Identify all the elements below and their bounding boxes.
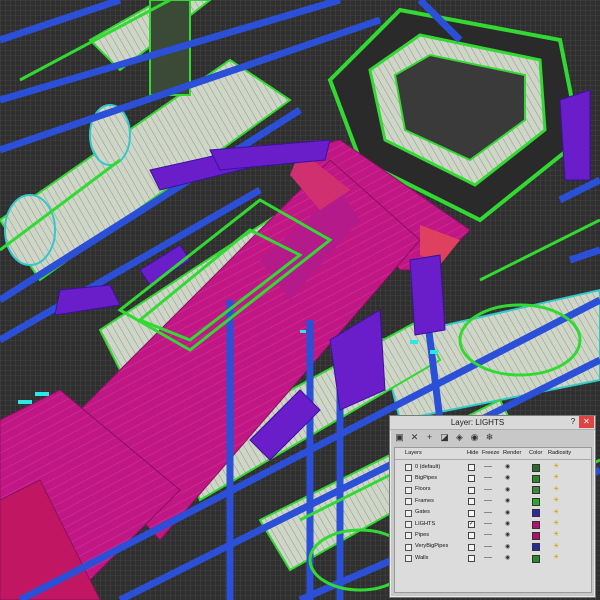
radiosity-icon[interactable]: ☀ (553, 508, 559, 516)
radiosity-icon[interactable]: ☀ (553, 462, 559, 470)
layer-row[interactable]: BigPipes ◉ ☀ (395, 473, 591, 483)
freeze-dash[interactable] (484, 545, 492, 547)
color-swatch[interactable] (532, 486, 540, 495)
add-to-layer-icon[interactable]: + (424, 432, 435, 443)
layer-name[interactable]: 0 (default) (415, 464, 440, 470)
render-eye-icon[interactable]: ◉ (505, 554, 510, 561)
layer-icon (405, 498, 412, 506)
radiosity-icon[interactable]: ☀ (553, 542, 559, 550)
hide-checkbox[interactable] (468, 555, 475, 563)
hide-checkbox[interactable] (468, 464, 475, 471)
layer-row[interactable]: Pipes ◉ ☀ (395, 530, 591, 540)
layer-row[interactable]: Floors ◉ ☀ (395, 485, 591, 495)
hide-checkbox[interactable] (468, 498, 475, 506)
layer-table: Layers Hide Freeze Render Color Radiosit… (394, 447, 592, 593)
render-eye-icon[interactable]: ◉ (505, 520, 510, 527)
color-swatch[interactable] (532, 463, 540, 472)
layer-name[interactable]: LIGHTS (415, 521, 435, 527)
layer-icon (405, 486, 412, 494)
render-eye-icon[interactable]: ◉ (505, 497, 510, 504)
layer-dialog: Layer: LIGHTS ? ✕ ▣ ✕ + ◪ ◈ ◉ ❄ Layers H… (389, 415, 596, 598)
select-objects-icon[interactable]: ◪ (439, 432, 450, 443)
color-swatch[interactable] (532, 474, 540, 483)
layer-name[interactable]: Floors (415, 486, 431, 492)
layer-row[interactable]: LIGHTS ✓ ◉ ☀ (395, 519, 591, 529)
layer-icon (405, 475, 412, 483)
radiosity-icon[interactable]: ☀ (553, 530, 559, 538)
render-eye-icon[interactable]: ◉ (505, 509, 510, 516)
hide-checkbox[interactable] (468, 509, 475, 517)
radiosity-icon[interactable]: ☀ (553, 485, 559, 493)
col-radiosity[interactable]: Radiosity (548, 450, 571, 456)
color-swatch[interactable] (532, 497, 540, 506)
radiosity-icon[interactable]: ☀ (553, 496, 559, 504)
layer-row[interactable]: Walls ◉ ☀ (395, 553, 591, 563)
hide-checkbox[interactable] (468, 486, 475, 494)
layer-row[interactable]: 0 (default) ◉ ☀ (395, 462, 591, 472)
col-layers[interactable]: Layers (405, 450, 422, 456)
freeze-dash[interactable] (484, 488, 492, 490)
layer-icon (405, 543, 412, 551)
freeze-dash[interactable] (484, 557, 492, 559)
hide-checkbox[interactable]: ✓ (468, 521, 475, 528)
freeze-dash[interactable] (484, 534, 492, 536)
color-swatch[interactable] (532, 509, 540, 518)
table-header: Layers Hide Freeze Render Color Radiosit… (395, 448, 591, 460)
render-eye-icon[interactable]: ◉ (505, 543, 510, 550)
color-swatch[interactable] (532, 531, 540, 540)
close-button[interactable]: ✕ (579, 416, 594, 428)
layer-icon (405, 521, 412, 528)
hide-checkbox[interactable] (468, 532, 475, 540)
col-color[interactable]: Color (529, 450, 542, 456)
layer-name[interactable]: BigPipes (415, 475, 437, 481)
radiosity-icon[interactable]: ☀ (553, 553, 559, 561)
dialog-titlebar[interactable]: Layer: LIGHTS ? ✕ (390, 416, 595, 430)
layer-name[interactable]: Gates (415, 509, 430, 515)
layer-name[interactable]: VeryBigPipes (415, 543, 448, 549)
freeze-dash[interactable] (484, 511, 492, 513)
col-hide[interactable]: Hide (467, 450, 479, 456)
highlight-icon[interactable]: ◈ (454, 432, 465, 443)
radiosity-icon[interactable]: ☀ (553, 519, 559, 527)
col-freeze[interactable]: Freeze (482, 450, 499, 456)
layer-icon (405, 509, 412, 517)
layer-icon (405, 532, 412, 540)
color-swatch[interactable] (532, 554, 540, 563)
help-button[interactable]: ? (568, 417, 578, 427)
layer-row[interactable]: Frames ◉ ☀ (395, 496, 591, 506)
layer-name[interactable]: Frames (415, 498, 434, 504)
freeze-all-icon[interactable]: ❄ (484, 432, 495, 443)
layer-toolbar: ▣ ✕ + ◪ ◈ ◉ ❄ (394, 432, 495, 444)
radiosity-icon[interactable]: ☀ (553, 473, 559, 481)
render-eye-icon[interactable]: ◉ (505, 531, 510, 538)
layer-name[interactable]: Walls (415, 555, 428, 561)
hide-checkbox[interactable] (468, 475, 475, 483)
color-swatch[interactable] (532, 543, 540, 552)
render-eye-icon[interactable]: ◉ (505, 463, 510, 470)
dialog-title: Layer: LIGHTS (450, 418, 505, 427)
freeze-dash[interactable] (484, 477, 492, 479)
freeze-dash[interactable] (484, 466, 492, 467)
layer-row[interactable]: VeryBigPipes ◉ ☀ (395, 542, 591, 552)
render-eye-icon[interactable]: ◉ (505, 474, 510, 481)
layer-icon (405, 464, 412, 471)
delete-layer-icon[interactable]: ✕ (409, 432, 420, 443)
layer-name[interactable]: Pipes (415, 532, 429, 538)
layer-icon (405, 555, 412, 563)
new-layer-icon[interactable]: ▣ (394, 432, 405, 443)
hide-checkbox[interactable] (468, 543, 475, 551)
freeze-dash[interactable] (484, 523, 492, 524)
hide-all-icon[interactable]: ◉ (469, 432, 480, 443)
freeze-dash[interactable] (484, 500, 492, 502)
color-swatch[interactable] (532, 520, 540, 529)
col-render[interactable]: Render (503, 450, 521, 456)
render-eye-icon[interactable]: ◉ (505, 486, 510, 493)
layer-row[interactable]: Gates ◉ ☀ (395, 508, 591, 518)
